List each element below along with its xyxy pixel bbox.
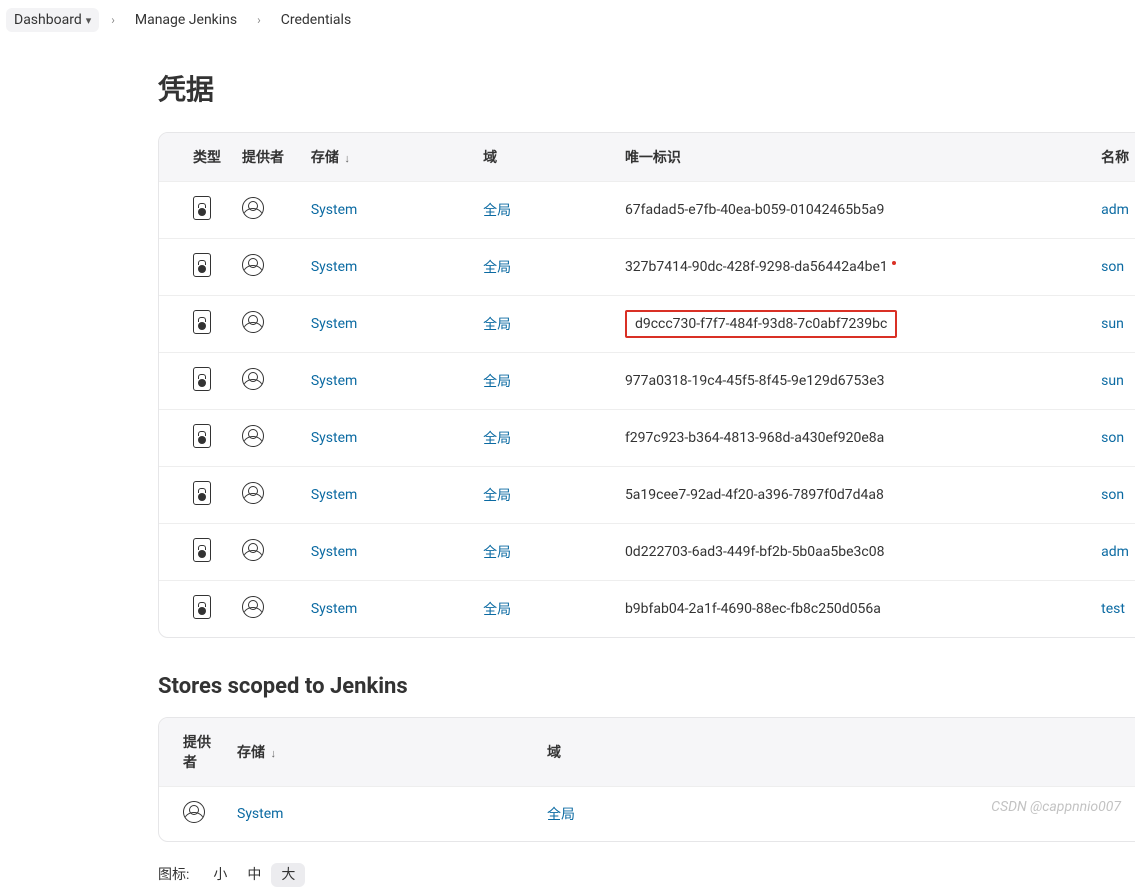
page-title: 凭据	[158, 68, 1135, 108]
chevron-right-icon: ›	[255, 13, 263, 27]
domain-link[interactable]: 全局	[483, 317, 511, 333]
domain-link[interactable]: 全局	[483, 260, 511, 276]
col-header-name[interactable]: 名称	[1091, 133, 1135, 182]
table-row[interactable]: System 全局 d9ccc730-f7f7-484f-93d8-7c0abf72…	[159, 296, 1135, 353]
credential-icon	[193, 595, 211, 619]
credential-icon	[193, 481, 211, 505]
store-link[interactable]: System	[311, 487, 357, 503]
domain-link[interactable]: 全局	[547, 807, 575, 823]
domain-link[interactable]: 全局	[483, 203, 511, 219]
breadcrumb-label: Dashboard	[14, 12, 82, 28]
jenkins-provider-icon	[242, 311, 264, 333]
credential-name-link[interactable]: test	[1101, 601, 1125, 617]
stores-table: 提供者 存储 ↓ 域 System 全局	[159, 718, 1135, 841]
col-header-domain[interactable]: 域	[537, 718, 1135, 787]
breadcrumb-item-manage-jenkins[interactable]: Manage Jenkins	[127, 8, 245, 32]
breadcrumb-label: Credentials	[281, 12, 351, 28]
domain-link[interactable]: 全局	[483, 602, 511, 618]
credential-icon	[193, 253, 211, 277]
credential-icon	[193, 538, 211, 562]
table-header-row: 类型 提供者 存储 ↓ 域 唯一标识 名称	[159, 133, 1135, 182]
jenkins-provider-icon	[242, 197, 264, 219]
credentials-table: 类型 提供者 存储 ↓ 域 唯一标识 名称 System 全局 67fadad5-e…	[159, 133, 1135, 637]
credential-name-link[interactable]: adm	[1101, 202, 1129, 218]
credential-id: 5a19cee7-92ad-4f20-a396-7897f0d7d4a8	[615, 467, 1091, 524]
breadcrumb-item-dashboard[interactable]: Dashboard ▾	[6, 8, 99, 32]
domain-link[interactable]: 全局	[483, 545, 511, 561]
chevron-down-icon: ▾	[86, 14, 92, 27]
table-row[interactable]: System 全局 5a19cee7-92ad-4f20-a396-7897f0d7…	[159, 467, 1135, 524]
credential-id: d9ccc730-f7f7-484f-93d8-7c0abf7239bc	[615, 296, 1091, 353]
store-link[interactable]: System	[311, 373, 357, 389]
jenkins-provider-icon	[183, 801, 205, 823]
credentials-panel: 类型 提供者 存储 ↓ 域 唯一标识 名称 System 全局 67fadad5-e…	[158, 132, 1135, 638]
annotation-dot	[892, 261, 896, 265]
table-row[interactable]: System 全局 977a0318-19c4-45f5-8f45-9e129d67…	[159, 353, 1135, 410]
jenkins-provider-icon	[242, 425, 264, 447]
store-link[interactable]: System	[311, 259, 357, 275]
table-header-row: 提供者 存储 ↓ 域	[159, 718, 1135, 787]
domain-link[interactable]: 全局	[483, 374, 511, 390]
credential-id: 977a0318-19c4-45f5-8f45-9e129d6753e3	[615, 353, 1091, 410]
credential-name-link[interactable]: sun	[1101, 373, 1124, 389]
sort-down-icon: ↓	[270, 747, 276, 760]
jenkins-provider-icon	[242, 254, 264, 276]
highlight-annotation: d9ccc730-f7f7-484f-93d8-7c0abf7239bc	[625, 310, 897, 338]
jenkins-provider-icon	[242, 539, 264, 561]
credential-id: 67fadad5-e7fb-40ea-b059-01042465b5a9	[615, 182, 1091, 239]
stores-panel: 提供者 存储 ↓ 域 System 全局	[158, 717, 1135, 842]
icon-size-option[interactable]: 小	[203, 863, 237, 887]
col-header-type[interactable]: 类型	[159, 133, 232, 182]
credential-id: 0d222703-6ad3-449f-bf2b-5b0aa5be3c08	[615, 524, 1091, 581]
domain-link[interactable]: 全局	[483, 431, 511, 447]
credential-icon	[193, 367, 211, 391]
col-header-id[interactable]: 唯一标识	[615, 133, 1091, 182]
table-row[interactable]: System 全局 0d222703-6ad3-449f-bf2b-5b0aa5be…	[159, 524, 1135, 581]
col-header-provider[interactable]: 提供者	[159, 718, 227, 787]
credential-name-link[interactable]: son	[1101, 487, 1124, 503]
store-link[interactable]: System	[237, 806, 283, 822]
credential-name-link[interactable]: adm	[1101, 544, 1129, 560]
credential-id: 327b7414-90dc-428f-9298-da56442a4be1	[615, 239, 1091, 296]
store-link[interactable]: System	[311, 544, 357, 560]
breadcrumb-item-credentials[interactable]: Credentials	[273, 8, 359, 32]
col-header-provider[interactable]: 提供者	[232, 133, 301, 182]
sort-down-icon: ↓	[344, 152, 350, 165]
col-header-domain[interactable]: 域	[473, 133, 615, 182]
store-link[interactable]: System	[311, 601, 357, 617]
credential-name-link[interactable]: son	[1101, 259, 1124, 275]
store-link[interactable]: System	[311, 430, 357, 446]
jenkins-provider-icon	[242, 596, 264, 618]
icon-size-option[interactable]: 大	[271, 863, 305, 887]
store-link[interactable]: System	[311, 316, 357, 332]
table-row[interactable]: System 全局 327b7414-90dc-428f-9298-da56442a…	[159, 239, 1135, 296]
credential-id: b9bfab04-2a1f-4690-88ec-fb8c250d056a	[615, 581, 1091, 638]
credential-id: f297c923-b364-4813-968d-a430ef920e8a	[615, 410, 1091, 467]
credential-icon	[193, 310, 211, 334]
store-link[interactable]: System	[311, 202, 357, 218]
table-row[interactable]: System 全局 67fadad5-e7fb-40ea-b059-01042465…	[159, 182, 1135, 239]
icon-size-option[interactable]: 中	[237, 863, 271, 887]
table-row[interactable]: System 全局 f297c923-b364-4813-968d-a430ef92…	[159, 410, 1135, 467]
jenkins-provider-icon	[242, 368, 264, 390]
col-header-store[interactable]: 存储 ↓	[301, 133, 473, 182]
jenkins-provider-icon	[242, 482, 264, 504]
breadcrumb: Dashboard ▾ › Manage Jenkins › Credentia…	[0, 0, 1135, 40]
icon-size-picker: 图标: 小中大	[158, 864, 1135, 884]
credential-icon	[193, 424, 211, 448]
icon-size-label: 图标:	[158, 864, 189, 884]
domain-link[interactable]: 全局	[483, 488, 511, 504]
credential-name-link[interactable]: sun	[1101, 316, 1124, 332]
col-header-store[interactable]: 存储 ↓	[227, 718, 537, 787]
stores-section-title: Stores scoped to Jenkins	[158, 674, 1135, 699]
breadcrumb-label: Manage Jenkins	[135, 12, 237, 28]
credential-name-link[interactable]: son	[1101, 430, 1124, 446]
table-row[interactable]: System 全局 b9bfab04-2a1f-4690-88ec-fb8c250d…	[159, 581, 1135, 638]
credential-icon	[193, 196, 211, 220]
chevron-right-icon: ›	[109, 13, 117, 27]
